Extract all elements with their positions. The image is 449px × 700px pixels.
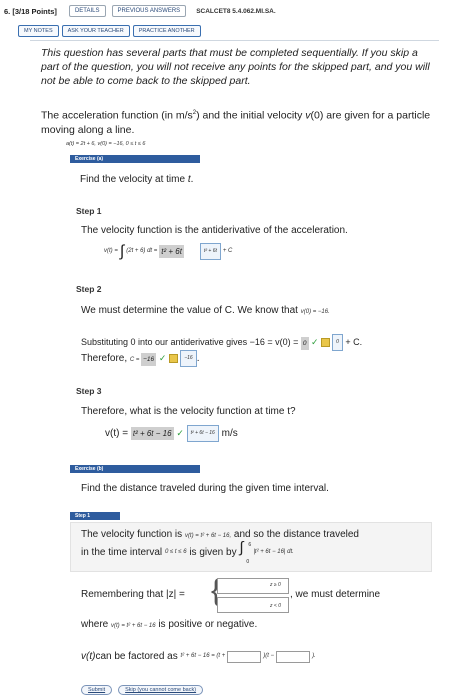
exb-step1-line2: in the time interval 0 ≤ t ≤ 6 is given …	[81, 539, 294, 565]
therefore-text: Therefore,	[81, 353, 130, 365]
definite-integral: ∫ 6 0	[239, 539, 253, 565]
velocity-expr: v(t) = t² + 6t − 16	[111, 623, 156, 629]
step1-entered-answer[interactable]: t² + 6t	[159, 245, 184, 258]
exercise-b-step1-bar: Step 1	[70, 512, 120, 520]
ask-teacher-button[interactable]: ASK YOUR TEACHER	[61, 25, 130, 37]
exercise-a-prompt: Find the velocity at time t.	[80, 173, 193, 186]
interval: 0 ≤ t ≤ 6	[164, 548, 187, 555]
question-toolbar: MY NOTES ASK YOUR TEACHER PRACTICE ANOTH…	[18, 25, 201, 37]
step3-entered-answer[interactable]: t² + 6t − 16	[130, 427, 174, 441]
abs-remember: Remembering that |z| =	[81, 589, 185, 600]
case2-condition: z < 0	[270, 603, 281, 609]
upper-limit: 6	[248, 542, 252, 548]
c-lhs: C =	[129, 357, 142, 364]
velocity-lhs: v(t) =	[105, 428, 131, 440]
skip-button[interactable]: Skip (you cannot come back)	[118, 685, 204, 695]
factor-separator: )(t −	[263, 653, 275, 659]
sequential-notice: This question has several parts that mus…	[41, 47, 430, 87]
problem-statement: The acceleration function (in m/s2) and …	[41, 106, 436, 137]
zero-entered-answer[interactable]: 0	[300, 336, 309, 350]
text: The velocity function is	[81, 529, 185, 540]
step2-label: Step 2	[76, 284, 102, 294]
we-must-determine: , we must determine	[290, 589, 381, 600]
prompt-text: .	[190, 174, 194, 185]
velocity-expr: v(t) = t² + 6t − 16,	[184, 533, 232, 539]
text: is given by	[189, 546, 237, 558]
step2-therefore: Therefore, C = −16 ✓ −16.	[81, 350, 200, 367]
text: in the time interval	[81, 546, 163, 558]
factor2-input[interactable]	[276, 650, 311, 663]
plus-c: + C.	[345, 336, 363, 347]
pencil-icon	[321, 338, 331, 347]
step1-text: The velocity function is the antiderivat…	[81, 225, 348, 236]
details-button[interactable]: DETAILS	[68, 5, 106, 17]
factored-expression: t² + 6t − 16 = (t +	[180, 653, 226, 659]
step1-equation: v(t) = ∫ (2t + 6) dt = t² + 6t t² + 6t +…	[104, 243, 232, 260]
question-number: 6. [3/18 Points]	[4, 6, 57, 16]
where-line: where v(t) = t² + 6t − 16 is positive or…	[81, 618, 257, 633]
text: is positive or negative.	[155, 619, 258, 630]
check-icon: ✓	[176, 428, 184, 439]
plus-c: + C	[222, 248, 233, 254]
step3-label: Step 3	[76, 386, 102, 396]
integrand: (2t + 6) dt =	[126, 248, 158, 254]
substitution-text: Substituting 0 into our antiderivative g…	[81, 336, 301, 347]
check-icon: ✓	[311, 336, 319, 347]
zero-correct-answer: 0	[332, 334, 343, 351]
exb-step1-line1: The velocity function is v(t) = t² + 6t …	[81, 528, 359, 543]
step2-substitution: Substituting 0 into our antiderivative g…	[81, 334, 362, 351]
pencil-icon	[169, 354, 179, 363]
question-header: 6. [3/18 Points] DETAILS PREVIOUS ANSWER…	[4, 3, 276, 19]
check-icon: ✓	[158, 353, 167, 364]
problem-text: ) and the initial velocity	[196, 109, 306, 122]
c-correct-answer: −16	[180, 350, 197, 367]
known-value: v(0) = −16.	[300, 309, 330, 315]
exercise-a-bar: Exercise (a)	[70, 155, 200, 163]
c-entered-answer[interactable]: −16	[141, 353, 157, 367]
factor1-input[interactable]	[227, 650, 262, 663]
practice-another-button[interactable]: PRACTICE ANOTHER	[132, 25, 201, 37]
text: where	[81, 619, 112, 630]
exercise-b-bar: Exercise (b)	[70, 465, 200, 473]
factored-line: v(t) can be factored as t² + 6t − 16 = (…	[81, 650, 316, 663]
submit-button[interactable]: Submit	[81, 685, 113, 695]
case1-condition: z ≥ 0	[270, 582, 281, 588]
text: v(t)	[81, 651, 96, 662]
step3-correct-answer: t² + 6t − 16	[186, 425, 219, 442]
exercise-b-prompt: Find the distance traveled during the gi…	[81, 483, 329, 494]
my-notes-button[interactable]: MY NOTES	[18, 25, 59, 37]
factor-end: ).	[312, 653, 316, 659]
text: can be factored as	[95, 651, 178, 662]
problem-text: The acceleration function (in m/s	[41, 109, 193, 122]
previous-answers-button[interactable]: PREVIOUS ANSWERS	[111, 5, 187, 17]
units: m/s	[221, 428, 238, 440]
velocity-lhs: v(t) =	[104, 248, 118, 254]
step2-text-content: We must determine the value of C. We kno…	[81, 305, 301, 316]
lower-limit: 0	[246, 559, 250, 565]
step2-text: We must determine the value of C. We kno…	[81, 304, 330, 319]
period: .	[196, 353, 200, 365]
prompt-text: Find the velocity at time	[80, 174, 188, 185]
integral-sign: ∫	[239, 539, 244, 556]
step3-text: Therefore, what is the velocity function…	[81, 406, 296, 417]
divider	[30, 40, 439, 41]
action-buttons: Submit Skip (you cannot come back)	[81, 685, 204, 695]
given-functions: a(t) = 2t + 6, v(0) = −16, 0 ≤ t ≤ 6	[66, 141, 146, 147]
step3-equation: v(t) = t² + 6t − 16 ✓ t² + 6t − 16 m/s	[105, 425, 238, 442]
step1-label: Step 1	[76, 206, 102, 216]
question-code: SCALCET8 5.4.062.MI.SA.	[196, 7, 276, 15]
integrand: |t² + 6t − 16| dt.	[253, 548, 294, 555]
step1-correct-answer: t² + 6t	[199, 243, 221, 260]
integral-sign: ∫	[119, 243, 125, 260]
